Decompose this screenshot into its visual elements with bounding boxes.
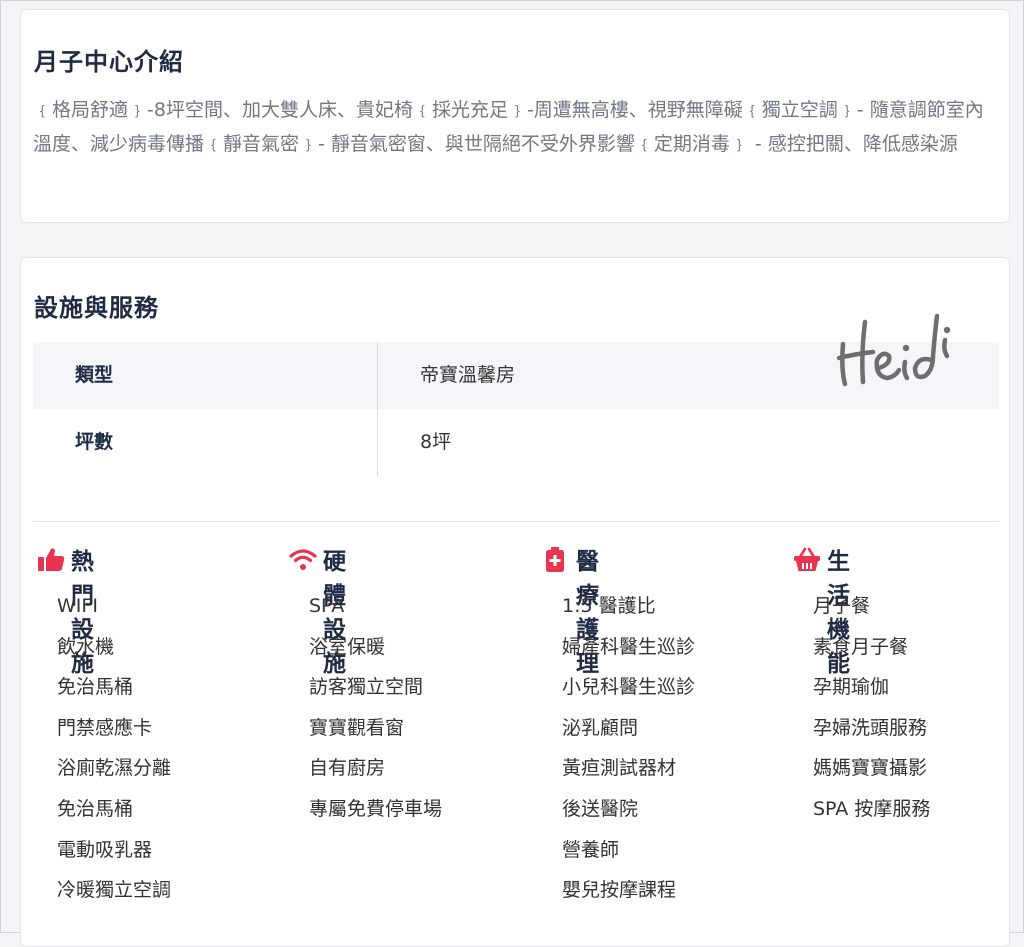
spec-divider <box>377 342 378 476</box>
list-item: 孕期瑜伽 <box>813 676 890 699</box>
list-item: 後送醫院 <box>562 797 639 820</box>
column-list: 1:5 醫護比 婦產科醫生巡診 小兒科醫生巡診 泌乳顧問 黃疸測試器材 後送醫院… <box>562 586 695 911</box>
list-item: 婦產科醫生巡診 <box>562 635 696 658</box>
list-item: 免治馬桶 <box>57 676 134 699</box>
list-item: 孕婦洗頭服務 <box>813 716 928 739</box>
column-list: SPA 浴室保暖 訪客獨立空間 寶寶觀看窗 自有廚房 專屬免費停車場 <box>309 586 442 830</box>
list-item: 電動吸乳器 <box>57 838 153 861</box>
intro-card: 月子中心介紹 ﹛格局舒適﹜-8坪空間、加大雙人床、貴妃椅﹛採光充足﹜-周遭無高樓… <box>20 9 1010 223</box>
list-item: 免治馬桶 <box>57 797 134 820</box>
list-item: 冷暖獨立空調 <box>57 879 172 902</box>
facilities-title: 設施與服務 <box>34 294 159 322</box>
wifi-icon <box>289 549 317 570</box>
list-item: 1:5 醫護比 <box>562 595 656 617</box>
list-item: 訪客獨立空間 <box>309 676 424 699</box>
facilities-card: 設施與服務 類型 帝寶溫馨房 坪數 8坪 熱門設施 WIFI 飲水機 免治馬桶 … <box>20 257 1010 947</box>
list-item: 飲水機 <box>57 635 115 658</box>
section-divider <box>33 521 999 522</box>
list-item: 素食月子餐 <box>813 635 909 658</box>
list-item: 門禁感應卡 <box>57 716 153 739</box>
spec-value: 8坪 <box>420 431 452 453</box>
basket-icon <box>794 547 820 571</box>
signature-watermark <box>836 313 951 387</box>
list-item: SPA <box>309 595 345 617</box>
list-item: 寶寶觀看窗 <box>309 716 405 739</box>
list-item: 泌乳顧問 <box>562 716 639 739</box>
column-list: 月子餐 素食月子餐 孕期瑜伽 孕婦洗頭服務 媽媽寶寶攝影 SPA 按摩服務 <box>813 586 930 830</box>
list-item: 黃疸測試器材 <box>562 757 677 780</box>
spec-row-size: 坪數 8坪 <box>33 409 999 476</box>
list-item: 營養師 <box>562 838 620 861</box>
list-item: 浴廁乾濕分離 <box>57 757 172 780</box>
list-item: 專屬免費停車場 <box>309 797 443 820</box>
spec-value: 帝寶溫馨房 <box>420 364 516 386</box>
list-item: 自有廚房 <box>309 757 386 780</box>
intro-text: ﹛格局舒適﹜-8坪空間、加大雙人床、貴妃椅﹛採光充足﹜-周遭無高樓、視野無障礙﹛… <box>33 99 984 155</box>
spec-label: 坪數 <box>75 431 114 453</box>
list-item: 浴室保暖 <box>309 635 386 658</box>
list-item: 小兒科醫生巡診 <box>562 676 696 699</box>
column-list: WIFI 飲水機 免治馬桶 門禁感應卡 浴廁乾濕分離 免治馬桶 電動吸乳器 冷暖… <box>57 586 171 911</box>
list-item: 月子餐 <box>813 595 871 617</box>
list-item: WIFI <box>57 595 98 617</box>
medical-kit-icon <box>546 547 564 572</box>
spec-label: 類型 <box>75 364 114 386</box>
list-item: SPA 按摩服務 <box>813 797 931 820</box>
list-item: 媽媽寶寶攝影 <box>813 757 928 780</box>
list-item: 嬰兒按摩課程 <box>562 879 677 902</box>
thumbs-up-icon <box>38 548 65 571</box>
intro-title: 月子中心介紹 <box>34 48 184 76</box>
